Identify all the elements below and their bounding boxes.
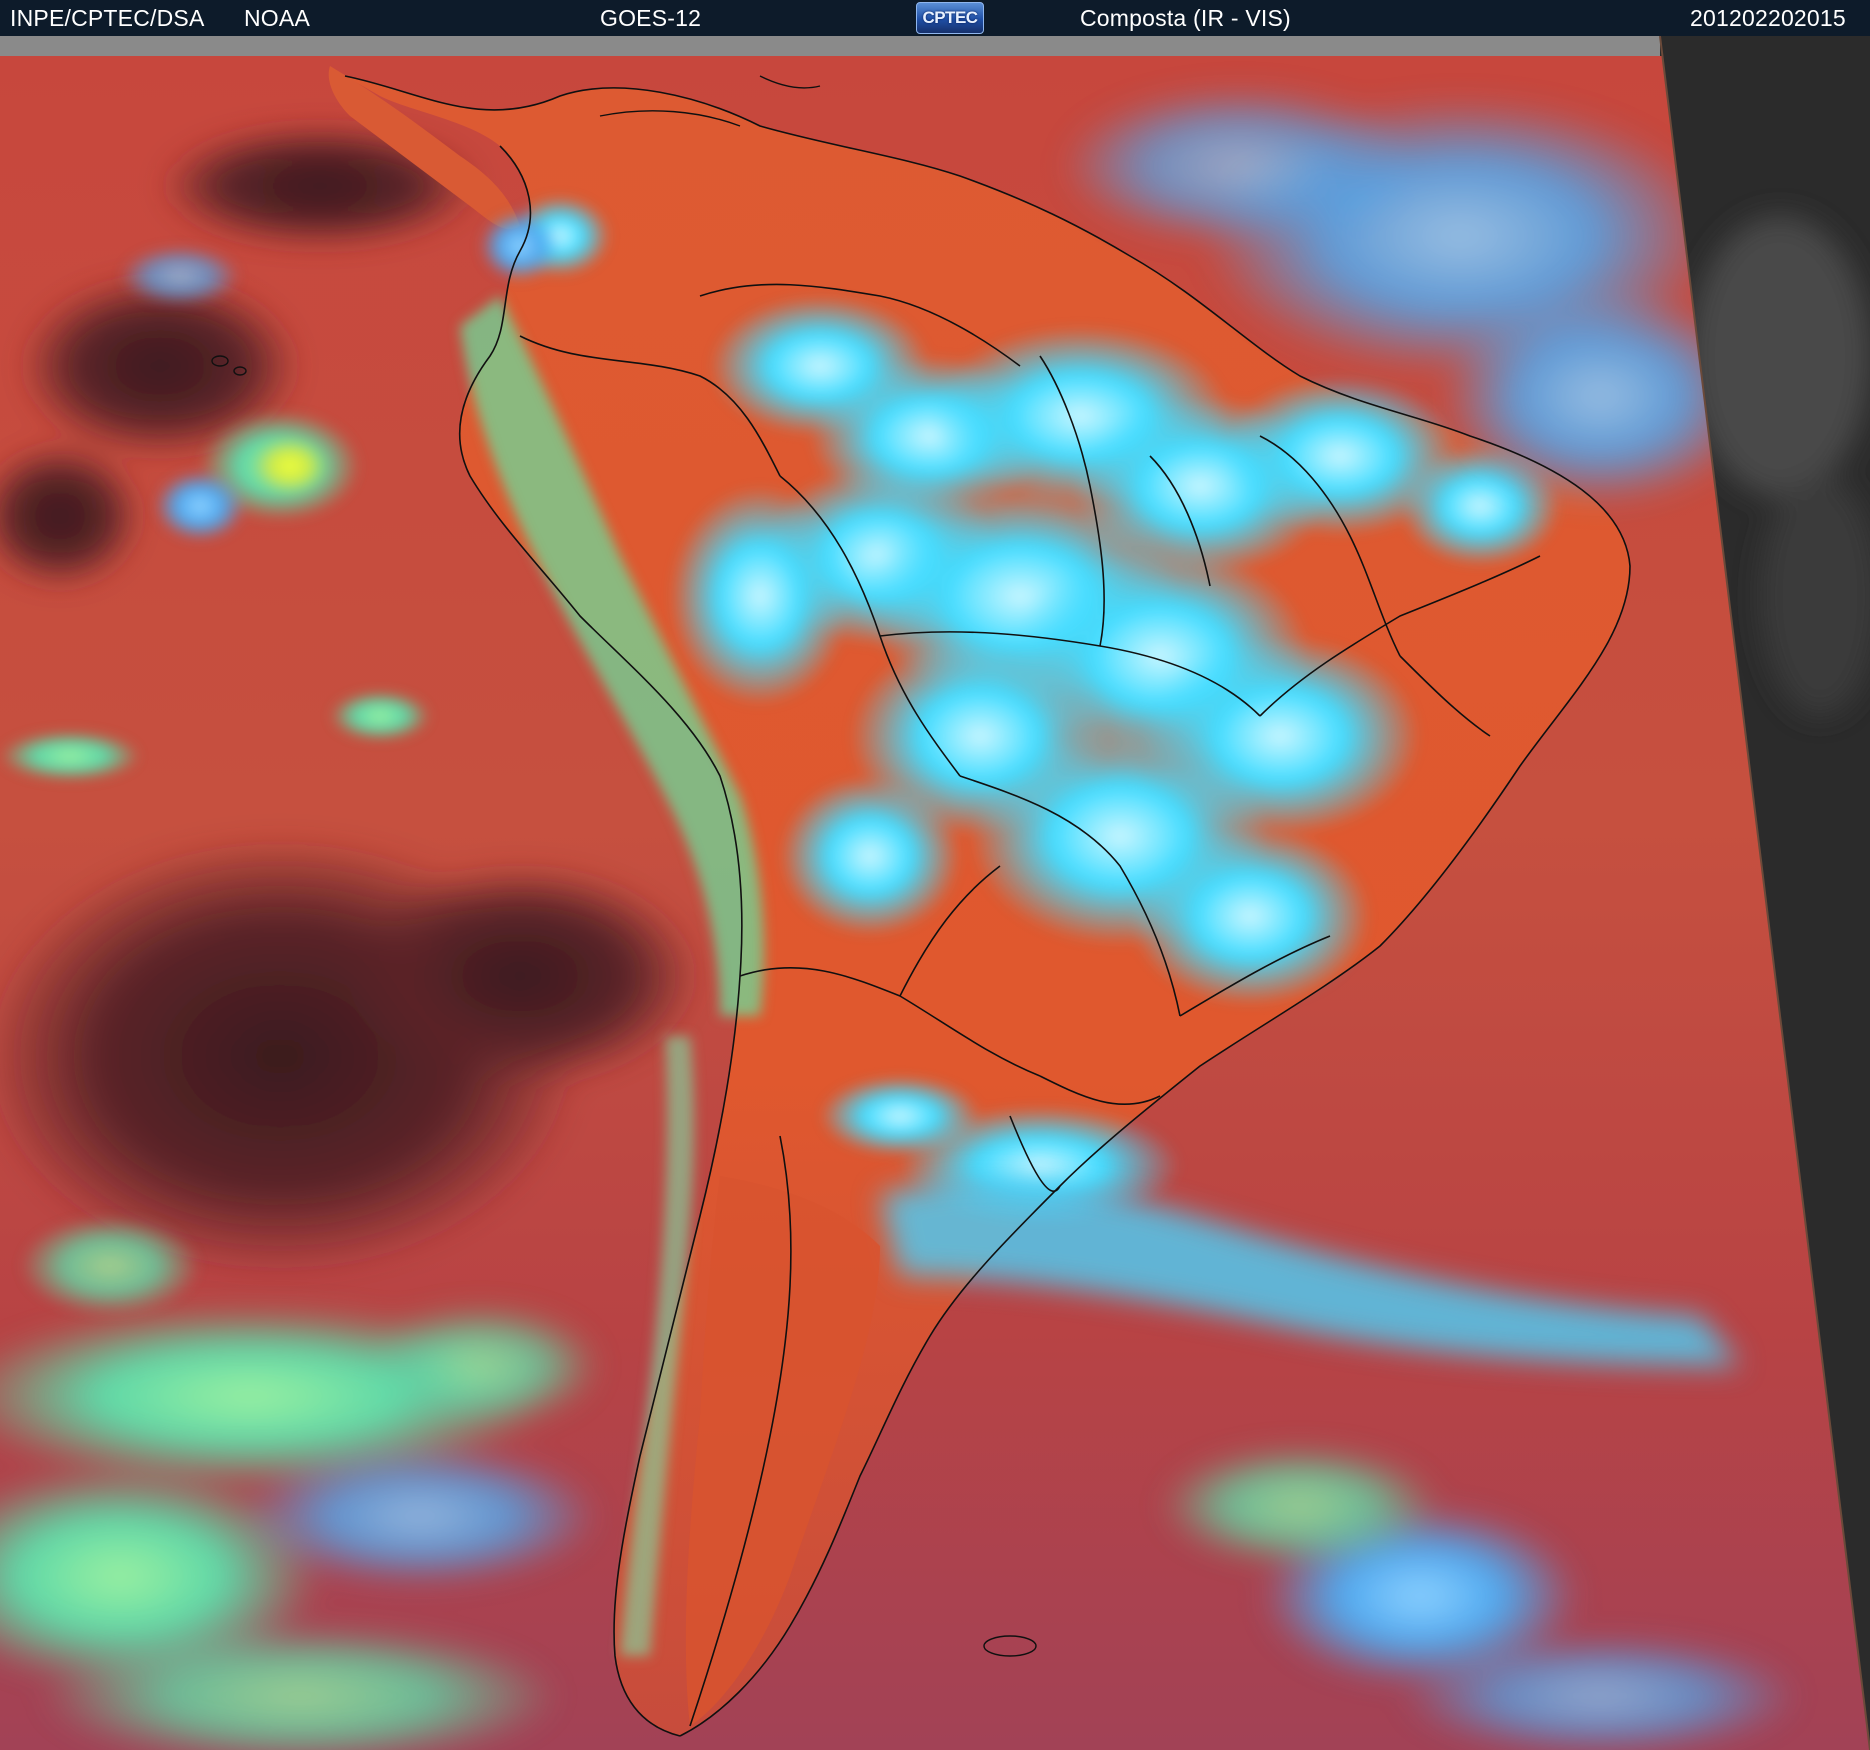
partner-label: NOAA xyxy=(244,5,310,31)
satellite-label: GOES-12 xyxy=(600,5,702,31)
header-bar: INPE/CPTEC/DSA NOAA GOES-12 CPTEC Compos… xyxy=(0,0,1870,36)
product-label: Composta (IR - VIS) xyxy=(1080,5,1291,31)
satellite-swath xyxy=(0,56,1870,1750)
satellite-image xyxy=(0,36,1870,1750)
logo-text: CPTEC xyxy=(922,8,978,27)
agency-label: INPE/CPTEC/DSA xyxy=(10,5,205,31)
cptec-logo: CPTEC xyxy=(916,2,984,34)
timestamp-label: 201202202015 xyxy=(1690,5,1846,31)
satellite-map-svg xyxy=(0,36,1870,1750)
south-pacific-cloud-bands xyxy=(0,1306,600,1750)
